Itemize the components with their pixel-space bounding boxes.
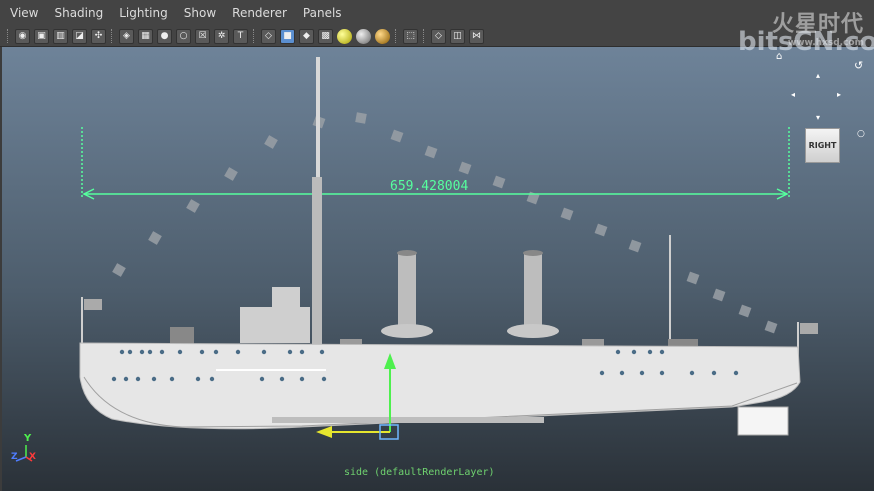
grid-icon[interactable]: ▦	[138, 28, 153, 44]
xray-joints-icon[interactable]: ⋈	[469, 28, 484, 44]
menu-show[interactable]: Show	[174, 6, 222, 20]
viewcube-arrow-right-icon[interactable]: ▸	[837, 90, 841, 99]
wireframe-icon[interactable]: ◇	[261, 28, 276, 44]
axis-y-label: Y	[24, 433, 32, 444]
resolution-gate-icon[interactable]: ○	[176, 28, 191, 44]
image-plane-icon[interactable]: ◪	[72, 28, 87, 44]
shade-selected-icon[interactable]	[375, 28, 390, 44]
3d-viewport[interactable]: RIGHT ⌂ ↺ ◂ ▸ ▴ ▾ ○ 659.428004 side (def…	[2, 47, 874, 491]
viewcube-arrow-down-icon[interactable]: ▾	[816, 113, 820, 122]
viewcube[interactable]: RIGHT	[805, 128, 840, 163]
axis-x-label: X	[29, 452, 36, 462]
ship-scene	[15, 57, 818, 462]
2d-pan-zoom-icon[interactable]: ✣	[91, 28, 106, 44]
axis-z-label: Z	[11, 452, 18, 462]
ship-hull	[79, 342, 801, 430]
menu-view[interactable]: View	[0, 6, 44, 20]
ship-funnels	[381, 250, 559, 338]
textured-icon[interactable]: ▩	[318, 28, 333, 44]
lights-icon[interactable]	[337, 28, 352, 44]
xray-icon[interactable]: ◇	[431, 28, 446, 44]
toolbar-separator	[111, 29, 114, 43]
menu-lighting[interactable]: Lighting	[109, 6, 174, 20]
xray-active-icon[interactable]: ◫	[450, 28, 465, 44]
isolate-select-icon[interactable]: ⬚	[403, 28, 418, 44]
viewcube-rotate-icon[interactable]: ↺	[854, 59, 863, 72]
menu-panels[interactable]: Panels	[293, 6, 348, 20]
camera-label: side (defaultRenderLayer)	[344, 467, 495, 478]
shadows-icon[interactable]	[356, 28, 371, 44]
toolbar-separator	[7, 29, 10, 43]
toolbar-separator	[395, 29, 398, 43]
viewcube-options-icon[interactable]: ○	[857, 129, 865, 139]
gate-mask-icon[interactable]: ☒	[195, 28, 210, 44]
distance-value: 659.428004	[390, 179, 469, 194]
smooth-shade-icon[interactable]: ■	[280, 28, 295, 44]
grease-pencil-icon[interactable]: ◈	[119, 28, 134, 44]
viewcube-arrow-up-icon[interactable]: ▴	[816, 71, 820, 80]
film-gate-icon[interactable]: ●	[157, 28, 172, 44]
field-chart-icon[interactable]: ✲	[214, 28, 229, 44]
marker-arc	[112, 112, 778, 334]
toolbar-separator	[423, 29, 426, 43]
toolbar-separator	[253, 29, 256, 43]
select-camera-icon[interactable]: ◉	[15, 28, 30, 44]
ship-keel	[272, 417, 544, 423]
watermark-big: bitsCN.com	[738, 27, 874, 57]
camera-attributes-icon[interactable]: ▣	[34, 28, 49, 44]
menu-shading[interactable]: Shading	[44, 6, 109, 20]
menu-renderer[interactable]: Renderer	[222, 6, 293, 20]
viewcube-arrow-left-icon[interactable]: ◂	[791, 90, 795, 99]
safe-title-icon[interactable]: T	[233, 28, 248, 44]
viewport-menubar: View Shading Lighting Show Renderer Pane…	[0, 0, 874, 26]
rudder-box	[737, 406, 789, 436]
use-default-material-icon[interactable]: ◆	[299, 28, 314, 44]
bookmarks-icon[interactable]: ▥	[53, 28, 68, 44]
